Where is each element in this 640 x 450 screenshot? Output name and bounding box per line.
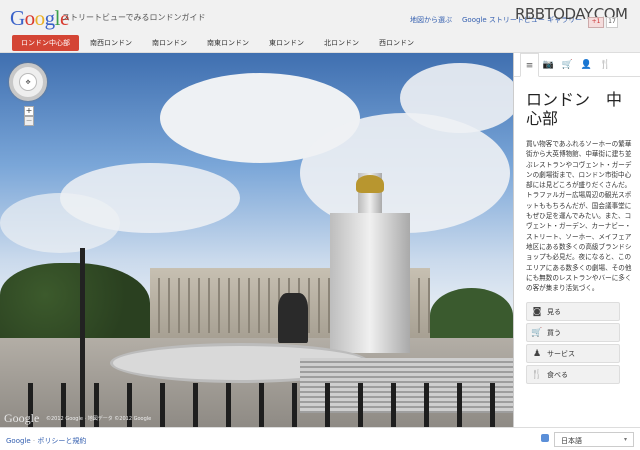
category-label: 食べる xyxy=(547,370,568,379)
tab-overview-list-icon[interactable]: ≡ xyxy=(520,53,539,77)
zoom-in-button[interactable]: + xyxy=(24,106,34,116)
info-sidebar: ≡ 📷 🛒 👤 🍴 ロンドン 中心部 買い物客であふれるソーホーの繁華街から大英… xyxy=(513,53,640,427)
header: Google ストリートビューでみるロンドンガイド 地図から選ぶ Google ス… xyxy=(0,0,640,34)
cart-icon: 🛒 xyxy=(531,327,543,338)
google-link[interactable]: Google xyxy=(6,437,31,445)
category-shop-button[interactable]: 🛒 買う xyxy=(526,323,620,343)
camera-icon: ◙ xyxy=(532,306,542,317)
choose-from-map-link[interactable]: 地図から選ぶ xyxy=(410,15,452,25)
nav-north-london[interactable]: 北ロンドン xyxy=(315,35,368,51)
area-nav: ロンドン中心部 南西ロンドン 南ロンドン 南東ロンドン 東ロンドン 北ロンドン … xyxy=(0,34,640,53)
street-view-google-logo: Google xyxy=(4,411,40,425)
nav-south-london[interactable]: 南ロンドン xyxy=(143,35,196,51)
tab-service-person-icon[interactable]: 👤 xyxy=(577,53,596,77)
nav-west-london[interactable]: 西ロンドン xyxy=(370,35,423,51)
chevron-down-icon: ▾ xyxy=(623,436,627,443)
category-see-button[interactable]: ◙ 見る xyxy=(526,302,620,322)
plus-one-count: 17 xyxy=(606,17,618,28)
separator: · xyxy=(32,437,36,445)
category-label: 買う xyxy=(547,328,561,337)
nav-central-london[interactable]: ロンドン中心部 xyxy=(12,35,79,51)
policy-link[interactable]: ポリシーと規約 xyxy=(37,437,86,445)
area-description: 買い物客であふれるソーホーの繁華街から大英博物館、中華街に建ち並ぶレストランやコ… xyxy=(526,140,632,293)
street-view-panorama[interactable]: ✥ + − Google ©2012 Google · 地図データ ©2012 … xyxy=(0,53,513,427)
person-icon: ♟ xyxy=(532,348,542,359)
category-label: 見る xyxy=(547,307,561,316)
pan-control[interactable]: ✥ xyxy=(9,63,47,101)
category-label: サービス xyxy=(547,349,575,358)
pan-arrows-icon[interactable]: ✥ xyxy=(19,73,37,91)
language-icon xyxy=(541,434,549,442)
language-value: 日本語 xyxy=(561,437,582,445)
area-title: ロンドン 中心部 xyxy=(526,90,623,128)
google-logo[interactable]: Google xyxy=(10,6,69,31)
tab-see-camera-icon[interactable]: 📷 xyxy=(539,53,558,77)
plus-one-button[interactable]: +1 xyxy=(588,17,604,28)
tab-eat-fork-knife-icon[interactable]: 🍴 xyxy=(596,53,615,77)
nav-east-london[interactable]: 東ロンドン xyxy=(260,35,313,51)
zoom-out-button[interactable]: − xyxy=(24,116,34,126)
nav-southeast-london[interactable]: 南東ロンドン xyxy=(198,35,258,51)
category-service-button[interactable]: ♟ サービス xyxy=(526,344,620,364)
language-select[interactable]: 日本語 ▾ xyxy=(554,432,634,447)
fork-knife-icon: 🍴 xyxy=(531,369,543,380)
nav-southwest-london[interactable]: 南西ロンドン xyxy=(81,35,141,51)
tab-shop-cart-icon[interactable]: 🛒 xyxy=(558,53,577,77)
street-view-copyright: ©2012 Google · 地図データ ©2012 Google xyxy=(46,416,152,422)
site-subtitle: ストリートビューでみるロンドンガイド xyxy=(62,13,206,22)
category-eat-button[interactable]: 🍴 食べる xyxy=(526,365,620,385)
victoria-memorial xyxy=(330,213,410,353)
